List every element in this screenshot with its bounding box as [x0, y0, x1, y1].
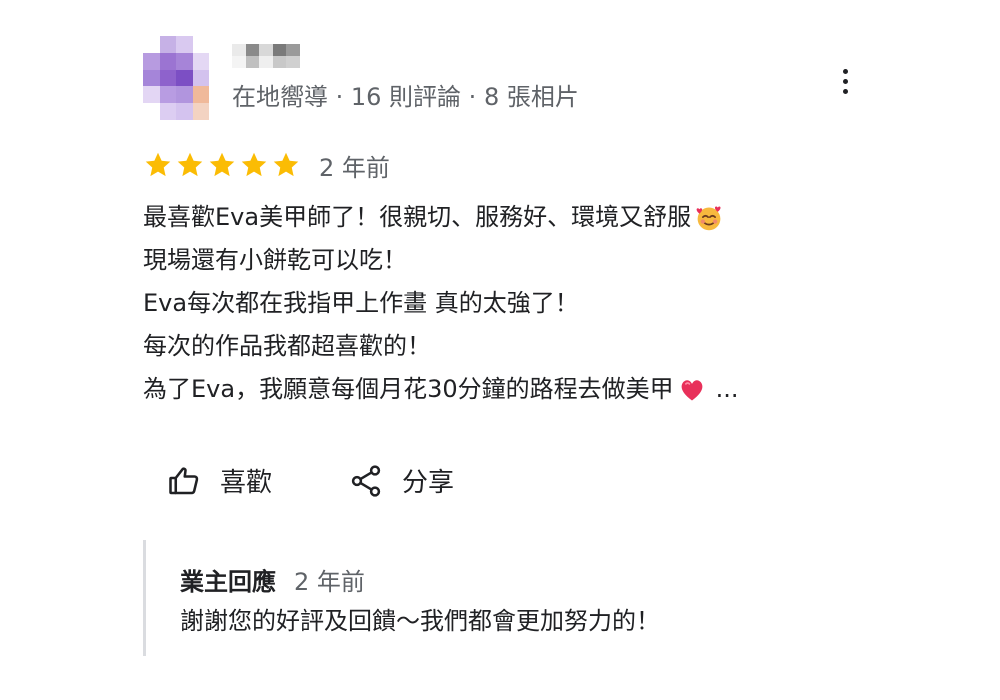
share-label: 分享	[402, 468, 455, 498]
like-label: 喜歡	[220, 468, 273, 498]
share-button[interactable]: 分享	[348, 462, 454, 499]
share-icon	[351, 464, 381, 497]
owner-reply-title: 業主回應	[180, 568, 276, 596]
star-icon	[177, 152, 203, 177]
star-icon	[209, 152, 235, 177]
owner-reply: 業主回應 2 年前 謝謝您的好評及回饋～我們都會更加努力的！	[143, 540, 846, 656]
avatar[interactable]	[143, 36, 209, 120]
rating-row: 2 年前	[143, 148, 390, 182]
review-card: 在地嚮導 · 16 則評論 · 8 張相片 2 年前 最喜歡Eva美甲師了！很親…	[0, 0, 1000, 700]
thumbs-up-icon	[169, 466, 199, 494]
review-text: 最喜歡Eva美甲師了！很親切、服務好、環境又舒服 現場還有小餅乾可以吃！ Eva…	[143, 196, 883, 411]
review-line: 最喜歡Eva美甲師了！很親切、服務好、環境又舒服	[143, 196, 883, 239]
like-button[interactable]: 喜歡	[166, 462, 272, 499]
owner-reply-header: 業主回應 2 年前	[180, 562, 365, 597]
reviewer-name-redacted[interactable]	[232, 44, 300, 68]
more-text-ellipsis[interactable]: ...	[716, 368, 739, 411]
star-icon	[145, 152, 171, 177]
review-line: 每次的作品我都超喜歡的！	[143, 332, 431, 360]
star-icon	[273, 152, 299, 177]
review-line: Eva每次都在我指甲上作畫 真的太強了！	[143, 289, 579, 317]
owner-reply-time: 2 年前	[294, 568, 365, 596]
reviewer-meta: 在地嚮導 · 16 則評論 · 8 張相片	[232, 83, 579, 111]
heart-icon	[681, 379, 703, 400]
star-rating	[143, 150, 301, 180]
star-icon	[241, 152, 267, 177]
smiling-face-with-hearts-icon	[696, 205, 721, 230]
review-time: 2 年前	[319, 153, 390, 182]
review-actions: 喜歡 分享	[166, 462, 454, 499]
review-line: 為了Eva，我願意每個月花30分鐘的路程去做美甲 ...	[143, 368, 883, 411]
owner-reply-text: 謝謝您的好評及回饋～我們都會更加努力的！	[180, 607, 660, 635]
review-line: 現場還有小餅乾可以吃！	[143, 246, 407, 274]
more-options-icon[interactable]	[832, 64, 858, 98]
